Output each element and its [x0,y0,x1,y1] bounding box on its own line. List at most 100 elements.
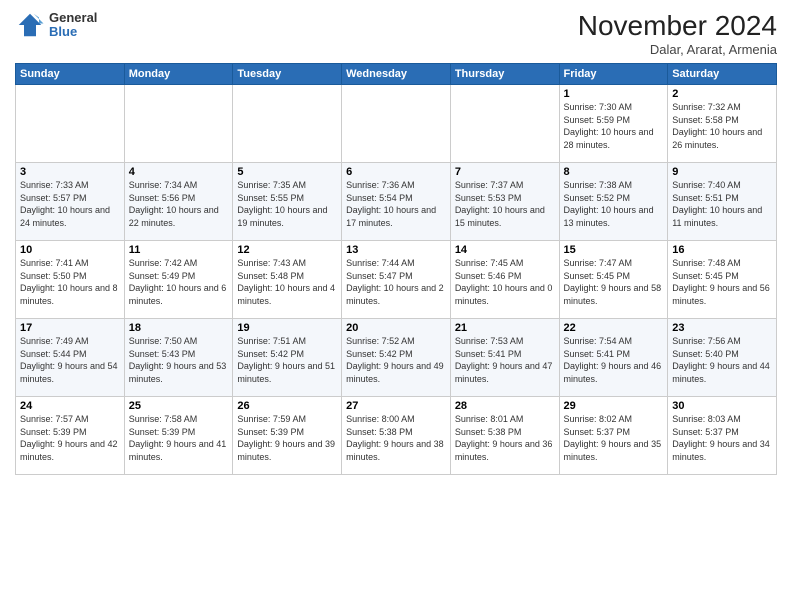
day-number: 13 [346,244,446,256]
day-number: 30 [672,400,772,412]
day-number: 22 [564,322,664,334]
day-info: Sunrise: 7:56 AM Sunset: 5:40 PM Dayligh… [672,335,772,385]
calendar-cell: 29Sunrise: 8:02 AM Sunset: 5:37 PM Dayli… [559,397,668,475]
col-header-wednesday: Wednesday [342,64,451,85]
calendar-cell: 15Sunrise: 7:47 AM Sunset: 5:45 PM Dayli… [559,241,668,319]
day-number: 10 [20,244,120,256]
day-number: 5 [237,166,337,178]
day-number: 9 [672,166,772,178]
logo-blue: Blue [49,25,97,39]
day-info: Sunrise: 7:53 AM Sunset: 5:41 PM Dayligh… [455,335,555,385]
calendar-cell: 6Sunrise: 7:36 AM Sunset: 5:54 PM Daylig… [342,163,451,241]
day-number: 20 [346,322,446,334]
day-number: 24 [20,400,120,412]
day-info: Sunrise: 7:40 AM Sunset: 5:51 PM Dayligh… [672,179,772,229]
day-number: 1 [564,88,664,100]
day-info: Sunrise: 7:41 AM Sunset: 5:50 PM Dayligh… [20,257,120,307]
day-info: Sunrise: 7:54 AM Sunset: 5:41 PM Dayligh… [564,335,664,385]
title-section: November 2024 Dalar, Ararat, Armenia [578,10,777,57]
calendar-cell: 14Sunrise: 7:45 AM Sunset: 5:46 PM Dayli… [450,241,559,319]
day-number: 14 [455,244,555,256]
day-info: Sunrise: 8:00 AM Sunset: 5:38 PM Dayligh… [346,413,446,463]
col-header-saturday: Saturday [668,64,777,85]
day-number: 19 [237,322,337,334]
calendar-cell: 26Sunrise: 7:59 AM Sunset: 5:39 PM Dayli… [233,397,342,475]
calendar-cell: 3Sunrise: 7:33 AM Sunset: 5:57 PM Daylig… [16,163,125,241]
week-row-4: 24Sunrise: 7:57 AM Sunset: 5:39 PM Dayli… [16,397,777,475]
calendar-header-row: SundayMondayTuesdayWednesdayThursdayFrid… [16,64,777,85]
calendar-cell: 2Sunrise: 7:32 AM Sunset: 5:58 PM Daylig… [668,85,777,163]
calendar-cell: 8Sunrise: 7:38 AM Sunset: 5:52 PM Daylig… [559,163,668,241]
day-info: Sunrise: 7:42 AM Sunset: 5:49 PM Dayligh… [129,257,229,307]
day-number: 6 [346,166,446,178]
logo-text: General Blue [49,11,97,40]
calendar-cell: 12Sunrise: 7:43 AM Sunset: 5:48 PM Dayli… [233,241,342,319]
calendar-cell: 20Sunrise: 7:52 AM Sunset: 5:42 PM Dayli… [342,319,451,397]
day-info: Sunrise: 7:58 AM Sunset: 5:39 PM Dayligh… [129,413,229,463]
week-row-3: 17Sunrise: 7:49 AM Sunset: 5:44 PM Dayli… [16,319,777,397]
week-row-1: 3Sunrise: 7:33 AM Sunset: 5:57 PM Daylig… [16,163,777,241]
day-number: 17 [20,322,120,334]
day-info: Sunrise: 7:57 AM Sunset: 5:39 PM Dayligh… [20,413,120,463]
calendar-cell: 11Sunrise: 7:42 AM Sunset: 5:49 PM Dayli… [124,241,233,319]
day-info: Sunrise: 8:02 AM Sunset: 5:37 PM Dayligh… [564,413,664,463]
day-info: Sunrise: 7:45 AM Sunset: 5:46 PM Dayligh… [455,257,555,307]
logo-icon [15,10,45,40]
calendar-table: SundayMondayTuesdayWednesdayThursdayFrid… [15,63,777,475]
col-header-monday: Monday [124,64,233,85]
main-container: General Blue November 2024 Dalar, Ararat… [0,0,792,485]
calendar-cell: 9Sunrise: 7:40 AM Sunset: 5:51 PM Daylig… [668,163,777,241]
day-info: Sunrise: 7:38 AM Sunset: 5:52 PM Dayligh… [564,179,664,229]
logo: General Blue [15,10,97,40]
calendar-cell [450,85,559,163]
day-info: Sunrise: 7:36 AM Sunset: 5:54 PM Dayligh… [346,179,446,229]
day-number: 4 [129,166,229,178]
day-number: 15 [564,244,664,256]
day-info: Sunrise: 8:03 AM Sunset: 5:37 PM Dayligh… [672,413,772,463]
month-title: November 2024 [578,10,777,42]
calendar-cell: 24Sunrise: 7:57 AM Sunset: 5:39 PM Dayli… [16,397,125,475]
day-number: 29 [564,400,664,412]
day-info: Sunrise: 7:44 AM Sunset: 5:47 PM Dayligh… [346,257,446,307]
calendar-cell: 13Sunrise: 7:44 AM Sunset: 5:47 PM Dayli… [342,241,451,319]
day-info: Sunrise: 7:52 AM Sunset: 5:42 PM Dayligh… [346,335,446,385]
day-number: 12 [237,244,337,256]
calendar-cell: 25Sunrise: 7:58 AM Sunset: 5:39 PM Dayli… [124,397,233,475]
calendar-cell: 30Sunrise: 8:03 AM Sunset: 5:37 PM Dayli… [668,397,777,475]
day-info: Sunrise: 7:37 AM Sunset: 5:53 PM Dayligh… [455,179,555,229]
calendar-cell: 16Sunrise: 7:48 AM Sunset: 5:45 PM Dayli… [668,241,777,319]
day-info: Sunrise: 7:34 AM Sunset: 5:56 PM Dayligh… [129,179,229,229]
day-number: 18 [129,322,229,334]
calendar-cell: 10Sunrise: 7:41 AM Sunset: 5:50 PM Dayli… [16,241,125,319]
day-number: 28 [455,400,555,412]
calendar-cell [16,85,125,163]
calendar-cell: 17Sunrise: 7:49 AM Sunset: 5:44 PM Dayli… [16,319,125,397]
calendar-cell: 7Sunrise: 7:37 AM Sunset: 5:53 PM Daylig… [450,163,559,241]
calendar-cell: 5Sunrise: 7:35 AM Sunset: 5:55 PM Daylig… [233,163,342,241]
calendar-cell: 1Sunrise: 7:30 AM Sunset: 5:59 PM Daylig… [559,85,668,163]
week-row-0: 1Sunrise: 7:30 AM Sunset: 5:59 PM Daylig… [16,85,777,163]
day-number: 23 [672,322,772,334]
day-info: Sunrise: 7:49 AM Sunset: 5:44 PM Dayligh… [20,335,120,385]
col-header-tuesday: Tuesday [233,64,342,85]
logo-general: General [49,11,97,25]
day-info: Sunrise: 7:30 AM Sunset: 5:59 PM Dayligh… [564,101,664,151]
day-number: 16 [672,244,772,256]
day-number: 27 [346,400,446,412]
day-info: Sunrise: 8:01 AM Sunset: 5:38 PM Dayligh… [455,413,555,463]
day-info: Sunrise: 7:51 AM Sunset: 5:42 PM Dayligh… [237,335,337,385]
day-number: 26 [237,400,337,412]
col-header-friday: Friday [559,64,668,85]
calendar-cell: 22Sunrise: 7:54 AM Sunset: 5:41 PM Dayli… [559,319,668,397]
calendar-cell [342,85,451,163]
calendar-cell: 27Sunrise: 8:00 AM Sunset: 5:38 PM Dayli… [342,397,451,475]
day-info: Sunrise: 7:47 AM Sunset: 5:45 PM Dayligh… [564,257,664,307]
day-number: 3 [20,166,120,178]
day-number: 2 [672,88,772,100]
day-info: Sunrise: 7:59 AM Sunset: 5:39 PM Dayligh… [237,413,337,463]
day-number: 7 [455,166,555,178]
week-row-2: 10Sunrise: 7:41 AM Sunset: 5:50 PM Dayli… [16,241,777,319]
calendar-cell: 21Sunrise: 7:53 AM Sunset: 5:41 PM Dayli… [450,319,559,397]
day-number: 25 [129,400,229,412]
day-info: Sunrise: 7:50 AM Sunset: 5:43 PM Dayligh… [129,335,229,385]
